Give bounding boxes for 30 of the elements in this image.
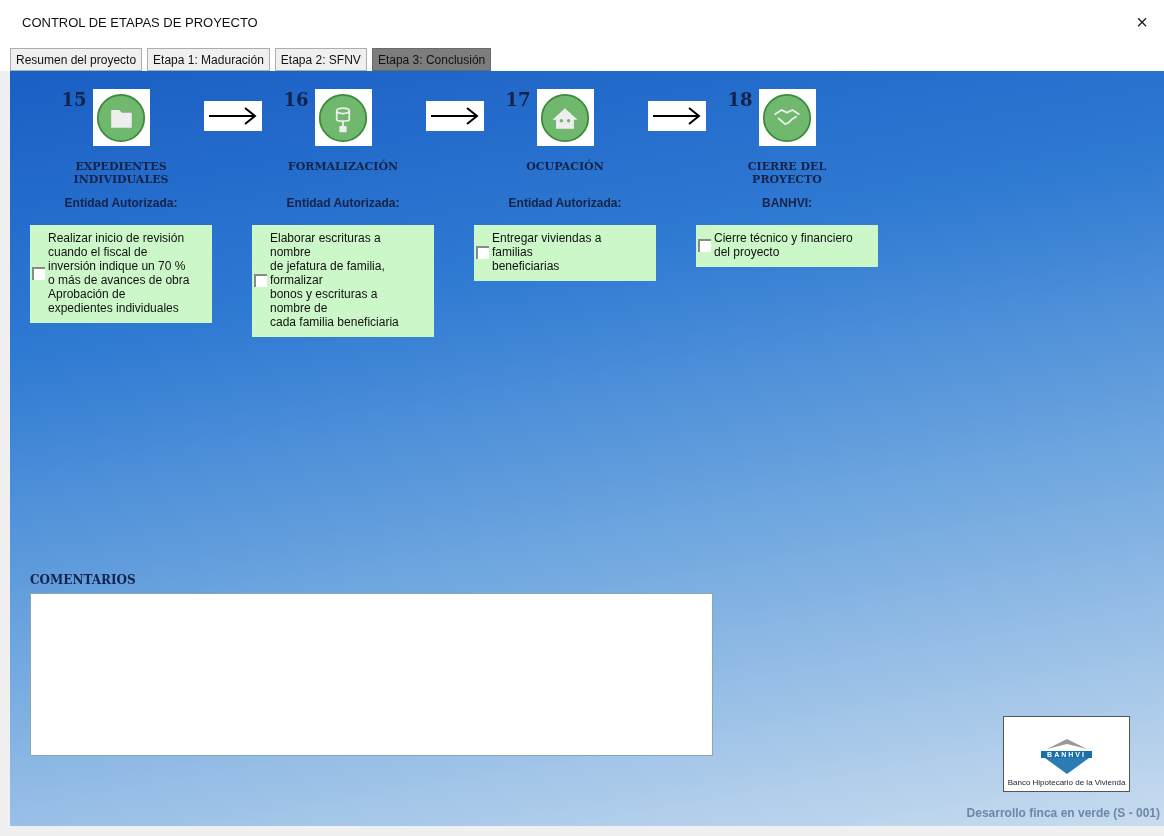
task-checkbox[interactable] [32,266,45,280]
step-number: 18 [727,89,753,110]
task-text: Cierre técnico y financiero del proyecto [714,231,853,259]
task-checkbox[interactable] [254,273,267,287]
step-entity: BANHVI: [762,196,812,210]
tab[interactable]: Etapa 2: SFNV [274,48,367,71]
step-entity: Entidad Autorizada: [508,196,622,210]
task-text: Entregar viviendas a familias beneficiarias [492,231,602,273]
tab[interactable]: Resumen del proyecto [10,48,143,71]
tab[interactable]: Etapa 1: Maduración [147,48,270,71]
step-title: FORMALIZACIÓN [286,160,400,175]
step-number: 15 [61,89,87,110]
comments-label: COMENTARIOS [30,573,137,587]
step-title: CIERRE DEL PROYECTO [746,160,828,186]
logo-caption: Banco Hipotecario de la Vivienda [1007,778,1126,787]
task-text: Realizar inicio de revisión cuando el fiscal de inversión indique un 70 % o más de avances de obra Aprobación de expedientes individuales [48,231,190,315]
window-title: CONTROL DE ETAPAS DE PROYECTO [22,14,258,30]
step-entity: Entidad Autorizada: [64,196,178,210]
close-button[interactable]: × [1132,10,1152,34]
tab[interactable]: Etapa 3: Conclusión [371,48,492,71]
step-title: EXPEDIENTES INDIVIDUALES [72,160,170,186]
task-checkbox[interactable] [698,238,711,252]
step-number: 16 [283,89,309,110]
comments-field[interactable] [30,593,713,756]
task-checkbox[interactable] [476,245,489,259]
step-title: OCUPACIÓN [525,160,605,175]
step-number: 17 [505,89,531,110]
step-entity: Entidad Autorizada: [286,196,400,210]
footer-text: Desarrollo finca en verde (S - 001) [966,806,1160,820]
task-text: Elaborar escrituras a nombre de jefatura de familia, formalizar bonos y escrituras a nombre de cada familia beneficiaria [270,231,399,329]
